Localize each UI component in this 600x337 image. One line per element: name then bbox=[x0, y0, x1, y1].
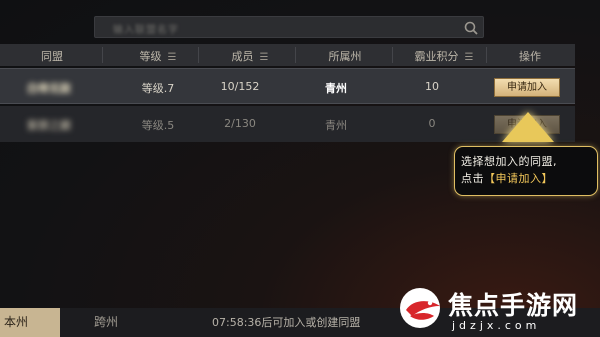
column-header-action: 操作 bbox=[519, 50, 541, 63]
sort-icon: ☰ bbox=[464, 52, 474, 63]
tab-local-state[interactable]: 本州 bbox=[0, 308, 60, 337]
column-divider bbox=[102, 47, 103, 63]
watermark-logo-icon bbox=[400, 288, 440, 328]
tab-cross-state[interactable]: 跨州 bbox=[94, 308, 118, 337]
watermark-title: 焦点手游网 bbox=[448, 291, 579, 320]
alliance-level: 等级.7 bbox=[141, 82, 175, 95]
column-divider bbox=[198, 47, 199, 63]
search-icon[interactable] bbox=[463, 20, 479, 36]
alliance-members: 2/130 bbox=[224, 117, 256, 130]
sort-icon: ☰ bbox=[259, 52, 269, 63]
join-cooldown-text: 07:58:36后可加入或创建同盟 bbox=[212, 316, 361, 329]
tooltip-line-2: 点击【申请加入】 bbox=[461, 172, 553, 185]
column-divider bbox=[295, 47, 296, 63]
column-header-state: 所属州 bbox=[328, 50, 362, 63]
tutorial-tooltip: 选择想加入的同盟, 点击【申请加入】 bbox=[454, 146, 598, 196]
search-placeholder: 输入联盟名字 bbox=[113, 25, 179, 36]
alliance-state: 青州 bbox=[325, 82, 347, 95]
sort-icon: ☰ bbox=[167, 52, 177, 63]
tutorial-pointer-arrow bbox=[502, 112, 554, 142]
column-divider bbox=[486, 47, 487, 63]
column-header-score[interactable]: 霸业积分 ☰ bbox=[402, 48, 486, 64]
column-header-alliance: 同盟 bbox=[41, 50, 63, 63]
column-divider bbox=[392, 47, 393, 63]
column-header-members[interactable]: 成员 ☰ bbox=[210, 48, 290, 64]
alliance-name: 白帝无敌 bbox=[27, 82, 71, 95]
alliance-members: 10/152 bbox=[220, 80, 260, 93]
table-row[interactable]: 白帝无敌 等级.7 10/152 青州 10 申请加入 bbox=[0, 68, 575, 104]
table-row[interactable]: 紫禁之巅 等级.5 2/130 青州 0 申请加入 bbox=[0, 106, 575, 142]
column-header-level[interactable]: 等级 ☰ bbox=[118, 48, 198, 64]
watermark-url: jdzjx.com bbox=[452, 319, 541, 332]
tooltip-line-1: 选择想加入的同盟, bbox=[461, 155, 557, 168]
alliance-score: 10 bbox=[425, 80, 439, 93]
apply-join-button[interactable]: 申请加入 bbox=[494, 78, 560, 97]
site-watermark: 焦点手游网 jdzjx.com bbox=[398, 286, 598, 334]
alliance-score: 0 bbox=[428, 117, 436, 130]
alliance-state: 青州 bbox=[325, 119, 347, 132]
alliance-name: 紫禁之巅 bbox=[27, 119, 71, 132]
tooltip-highlight: 【申请加入】 bbox=[484, 172, 553, 185]
alliance-level: 等级.5 bbox=[141, 119, 175, 132]
alliance-search-input[interactable]: 输入联盟名字 bbox=[94, 16, 484, 38]
table-header: 同盟 等级 ☰ 成员 ☰ 所属州 霸业积分 ☰ 操作 bbox=[0, 44, 575, 66]
